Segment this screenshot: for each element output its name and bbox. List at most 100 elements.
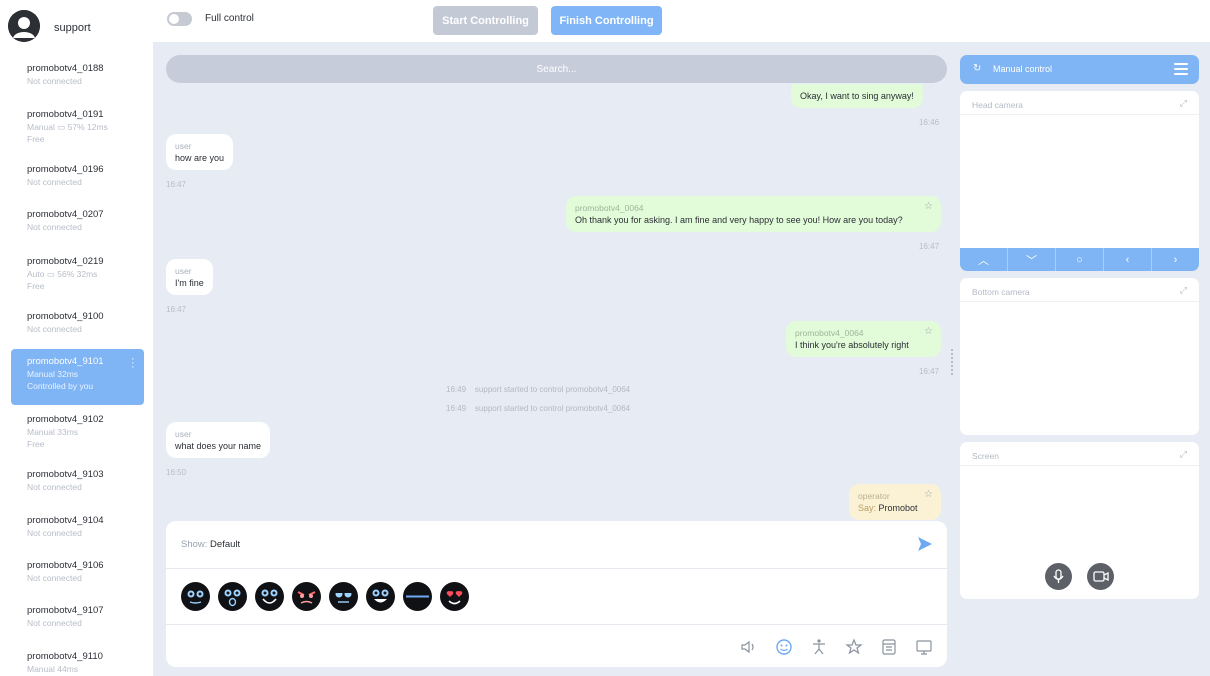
speaker-icon[interactable] bbox=[739, 637, 759, 657]
message-time: 16:47 bbox=[166, 305, 187, 314]
robot-availability: Free bbox=[27, 281, 45, 291]
robot-list-item[interactable]: promobotv4_9106 Not connected bbox=[11, 553, 144, 584]
top-bar: support Full control Start Controlling F… bbox=[0, 0, 1210, 42]
robot-name: promobotv4_9106 bbox=[27, 560, 104, 571]
gesture-icon[interactable] bbox=[809, 637, 829, 657]
star-icon[interactable]: ☆ bbox=[924, 326, 933, 338]
robot-name: promobotv4_9100 bbox=[27, 311, 104, 322]
message-text: Say: Promobot bbox=[858, 502, 919, 514]
manual-control-bar[interactable]: ↻ Manual control bbox=[960, 55, 1199, 84]
operator-command: Promobot bbox=[878, 503, 918, 513]
robot-status: Not connected bbox=[27, 528, 82, 538]
star-icon[interactable]: ☆ bbox=[924, 201, 933, 213]
screen-icon[interactable] bbox=[914, 637, 934, 657]
message-sender: promobotv4_0064 bbox=[575, 203, 644, 213]
robot-status: Manual ▭ 57% 12ms bbox=[27, 122, 108, 132]
robot-name: promobotv4_9107 bbox=[27, 605, 104, 616]
resize-handle[interactable] bbox=[951, 349, 953, 375]
message-text: Okay, I want to sing anyway! bbox=[800, 91, 914, 101]
robot-name: promobotv4_9101 bbox=[27, 356, 104, 367]
robot-list-item[interactable]: promobotv4_9104 Not connected bbox=[11, 508, 144, 539]
robot-message: promobotv4_0064 I think you're absolutel… bbox=[786, 321, 941, 357]
system-text: support started to control promobotv4_00… bbox=[474, 404, 631, 413]
favorites-icon[interactable] bbox=[844, 637, 864, 657]
face-neutral-icon[interactable] bbox=[181, 582, 210, 611]
robot-status: Not connected bbox=[27, 177, 82, 187]
chat-log: Okay, I want to sing anyway! 16:46 user … bbox=[166, 84, 947, 521]
robot-list-item[interactable]: promobotv4_0188 Not connected bbox=[11, 56, 144, 87]
arrow-up-icon[interactable]: ︿ bbox=[960, 248, 1008, 271]
show-selector[interactable]: Show: Default bbox=[181, 539, 240, 550]
robot-message: Okay, I want to sing anyway! bbox=[791, 84, 923, 108]
face-sad-icon[interactable] bbox=[329, 582, 358, 611]
scripts-icon[interactable] bbox=[879, 637, 899, 657]
robot-list-item[interactable]: promobotv4_0196 Not connected bbox=[11, 157, 144, 188]
robot-list-item[interactable]: promobotv4_0191 Manual ▭ 57% 12ms Free bbox=[11, 102, 144, 145]
face-surprised-icon[interactable] bbox=[218, 582, 247, 611]
head-camera-controls: ︿ ﹀ ○ ‹ › bbox=[960, 248, 1199, 271]
robot-name: promobotv4_0191 bbox=[27, 109, 104, 120]
center-icon[interactable]: ○ bbox=[1056, 248, 1104, 271]
robot-list-item[interactable]: promobotv4_9107 Not connected bbox=[11, 598, 144, 629]
arrow-left-icon[interactable]: ‹ bbox=[1104, 248, 1152, 271]
robot-status: Not connected bbox=[27, 76, 82, 86]
user-icon bbox=[8, 10, 40, 42]
message-sender: operator bbox=[858, 491, 890, 501]
face-love-icon[interactable] bbox=[440, 582, 469, 611]
star-icon[interactable]: ☆ bbox=[924, 489, 933, 501]
robot-list-item[interactable]: promobotv4_9110 Manual 44ms bbox=[11, 644, 144, 675]
face-smile-icon[interactable] bbox=[366, 582, 395, 611]
robot-list-item-active[interactable]: promobotv4_9101 Manual 32ms Controlled b… bbox=[11, 349, 144, 405]
show-value: Default bbox=[210, 539, 241, 550]
divider bbox=[166, 624, 947, 625]
arrow-right-icon[interactable]: › bbox=[1152, 248, 1199, 271]
microphone-icon bbox=[1053, 569, 1064, 583]
bottom-camera-title: Bottom camera bbox=[972, 287, 1030, 297]
message-text: I'm fine bbox=[175, 278, 204, 288]
search-input[interactable]: Search... bbox=[166, 55, 947, 83]
expand-icon[interactable]: ⤢ bbox=[1180, 98, 1187, 109]
message-sender: user bbox=[175, 429, 192, 439]
robot-availability: Controlled by you bbox=[27, 381, 94, 391]
head-camera-panel: Head camera ⤢ ︿ ﹀ ○ ‹ › bbox=[960, 91, 1199, 271]
finish-controlling-button[interactable]: Finish Controlling bbox=[551, 6, 662, 35]
avatar[interactable] bbox=[8, 10, 40, 42]
robot-list-item[interactable]: promobotv4_9102 Manual 33ms Free bbox=[11, 407, 144, 450]
operator-prefix: Say: bbox=[858, 503, 877, 513]
robot-list-item[interactable]: promobotv4_0207 Not connected bbox=[11, 202, 144, 233]
robot-status: Not connected bbox=[27, 482, 82, 492]
robot-list-item[interactable]: promobotv4_9103 Not connected bbox=[11, 462, 144, 493]
send-icon[interactable] bbox=[916, 535, 934, 553]
robot-name: promobotv4_0188 bbox=[27, 63, 104, 74]
expand-icon[interactable]: ⤢ bbox=[1180, 285, 1187, 296]
full-control-toggle[interactable] bbox=[167, 12, 192, 26]
microphone-button[interactable] bbox=[1045, 563, 1072, 590]
face-sleep-icon[interactable] bbox=[403, 582, 432, 611]
robot-list-item[interactable]: promobotv4_0219 Auto ▭ 56% 32ms Free bbox=[11, 249, 144, 292]
bottom-camera-panel: Bottom camera ⤢ bbox=[960, 278, 1199, 435]
robot-list-item[interactable]: promobotv4_9100 Not connected bbox=[11, 304, 144, 335]
robot-status: Not connected bbox=[27, 618, 82, 628]
robot-status: Not connected bbox=[27, 573, 82, 583]
menu-icon[interactable] bbox=[1174, 63, 1188, 78]
robot-status: Not connected bbox=[27, 324, 82, 334]
camera-button[interactable] bbox=[1087, 563, 1114, 590]
message-time: 16:50 bbox=[166, 468, 187, 477]
message-time: 16:47 bbox=[919, 367, 940, 376]
system-message: 16:49 support started to control promobo… bbox=[446, 385, 630, 394]
more-options-icon[interactable]: · · · bbox=[131, 354, 135, 373]
robot-status: Manual 33ms bbox=[27, 427, 79, 437]
face-happy-icon[interactable] bbox=[255, 582, 284, 611]
robot-name: promobotv4_9102 bbox=[27, 414, 104, 425]
message-time: 16:47 bbox=[919, 242, 940, 251]
emotion-icon[interactable] bbox=[774, 637, 794, 657]
message-sender: user bbox=[175, 141, 192, 151]
robot-name: promobotv4_0207 bbox=[27, 209, 104, 220]
system-message: 16:49 support started to control promobo… bbox=[446, 404, 630, 413]
arrow-down-icon[interactable]: ﹀ bbox=[1008, 248, 1056, 271]
robot-name: promobotv4_9104 bbox=[27, 515, 104, 526]
start-controlling-button[interactable]: Start Controlling bbox=[433, 6, 538, 35]
robot-status: Auto ▭ 56% 32ms bbox=[27, 269, 98, 279]
expand-icon[interactable]: ⤢ bbox=[1180, 449, 1187, 460]
face-angry-icon[interactable] bbox=[292, 582, 321, 611]
